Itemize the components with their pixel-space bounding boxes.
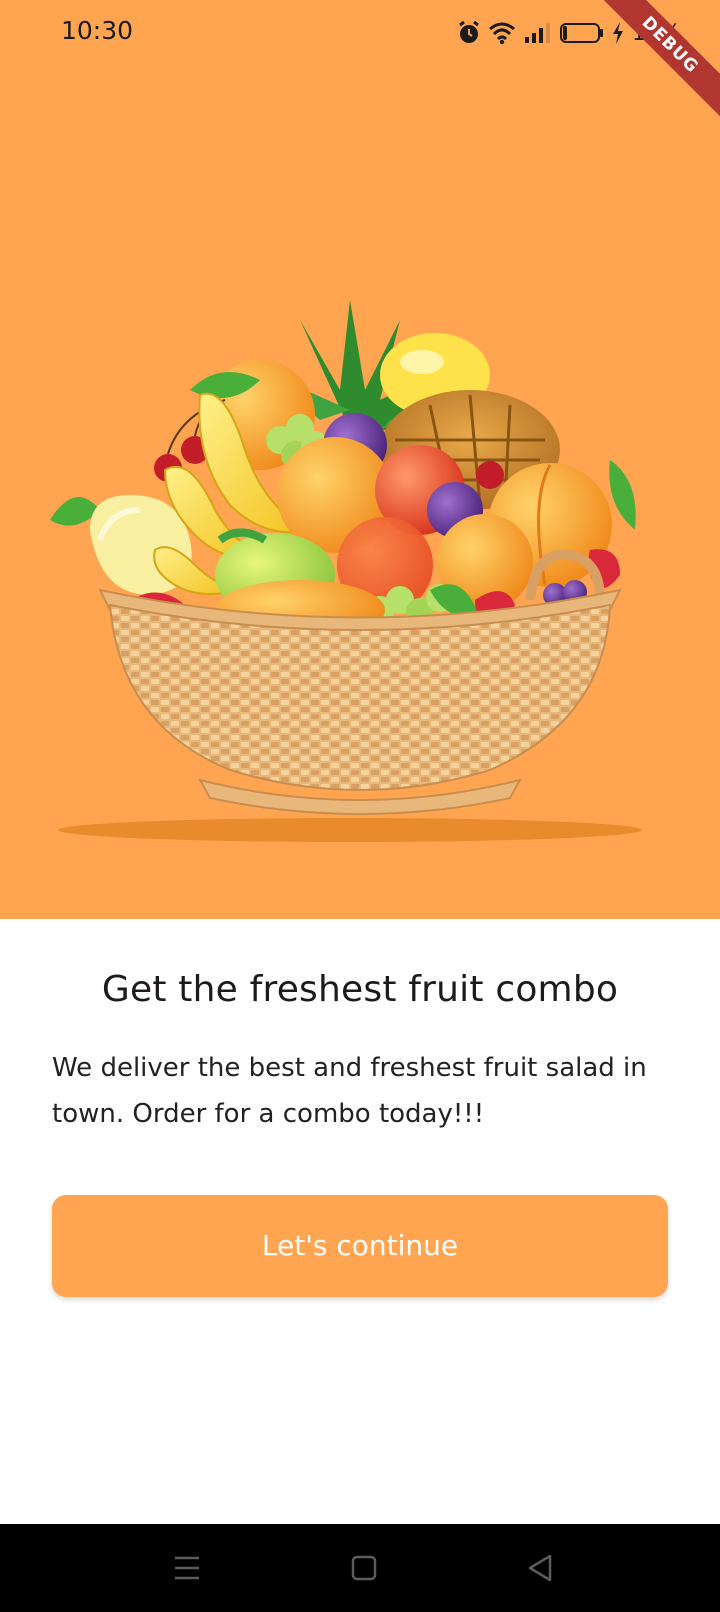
screen: 10:30 DEBUG Get the freshest fruit combo…	[0, 0, 720, 1612]
fruit-basket-image	[50, 300, 670, 880]
charging-icon	[613, 22, 623, 44]
onboarding-title: Get the freshest fruit combo	[101, 969, 619, 1010]
onboarding-content: Get the freshest fruit combo We deliver …	[0, 919, 720, 1524]
onboarding-description: We deliver the best and freshest fruit s…	[52, 1053, 647, 1129]
back-icon[interactable]	[520, 1548, 560, 1588]
menu-icon[interactable]	[167, 1548, 207, 1588]
hero-banner: 10:30 DEBUG	[0, 0, 720, 919]
alarm-icon	[459, 21, 479, 43]
battery-icon	[560, 23, 603, 43]
navigation-bar	[0, 1524, 720, 1612]
signal-icon	[525, 23, 550, 43]
status-bar: 10:30	[0, 0, 720, 66]
continue-button[interactable]: Let's continue	[52, 1195, 668, 1297]
wifi-icon	[489, 22, 515, 45]
status-time: 10:30	[61, 16, 134, 45]
home-icon[interactable]	[344, 1548, 384, 1588]
